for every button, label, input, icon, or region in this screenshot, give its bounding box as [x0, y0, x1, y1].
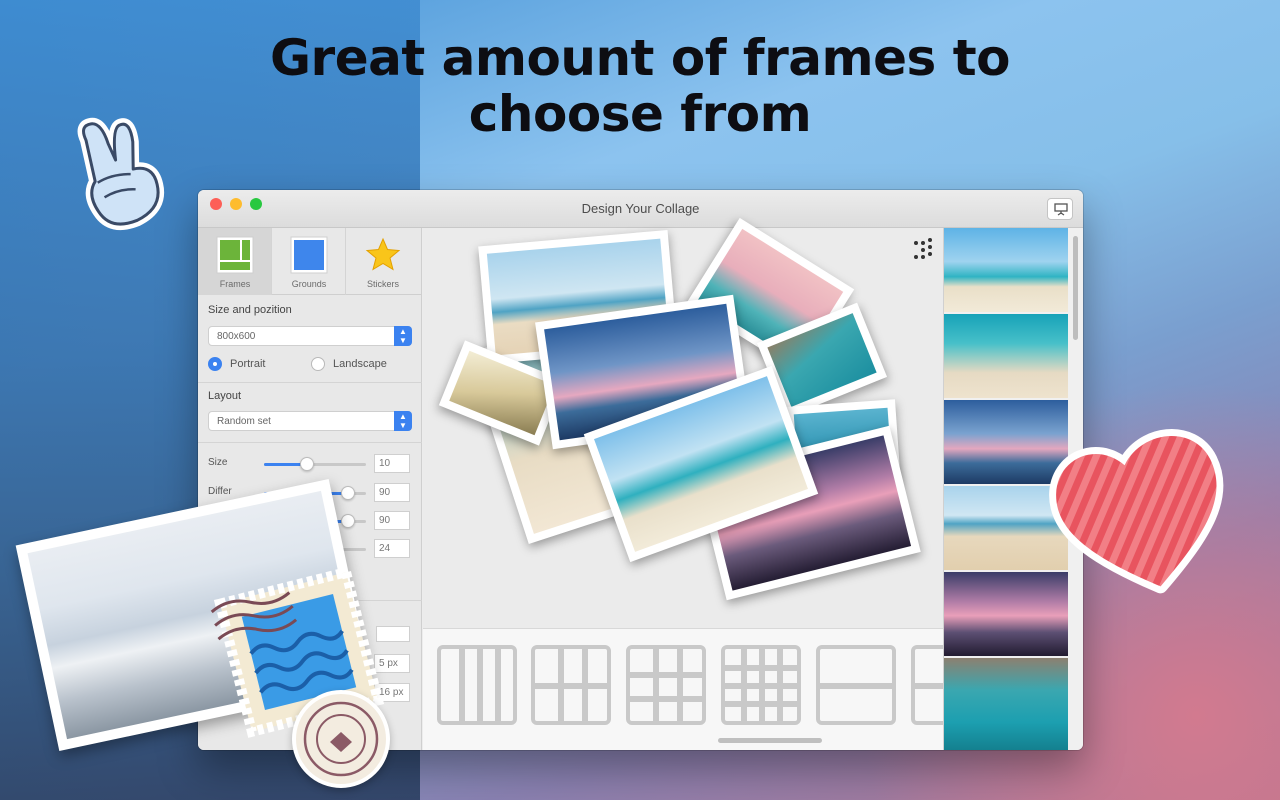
layout-line — [477, 649, 483, 721]
thumbnail-image — [944, 314, 1068, 398]
portrait-radio[interactable] — [208, 357, 222, 371]
postmark-sticker — [292, 690, 390, 788]
differ-slider-label: Differ — [208, 486, 232, 497]
layout-line — [630, 696, 702, 702]
slider-4-value-field[interactable]: 24 — [374, 539, 410, 558]
layout-section-title: Layout — [208, 390, 242, 402]
layout-line — [653, 649, 659, 721]
size-slider[interactable] — [264, 463, 366, 466]
layout-select-value: Random set — [217, 416, 271, 427]
portrait-label: Portrait — [230, 358, 266, 370]
slider-3-value: 90 — [379, 515, 391, 526]
layout-line — [459, 649, 465, 721]
size-slider-knob[interactable] — [299, 457, 314, 471]
chevron-updown-icon: ▲ ▼ — [394, 411, 412, 431]
landscape-label: Landscape — [333, 358, 387, 370]
landscape-radio[interactable] — [311, 357, 325, 371]
differ-value-field[interactable]: 90 — [374, 483, 410, 502]
present-button[interactable] — [1047, 198, 1073, 220]
layout-line — [725, 683, 797, 689]
photo-thumbnail[interactable] — [944, 314, 1068, 398]
tab-grounds[interactable]: Grounds — [272, 228, 346, 295]
layout-2-rows[interactable] — [816, 645, 896, 725]
chevron-updown-icon: ▲ ▼ — [394, 326, 412, 346]
slider-3-knob[interactable] — [340, 514, 355, 528]
slider-3-value-field[interactable]: 90 — [374, 511, 410, 530]
horizontal-scrollbar[interactable] — [718, 738, 822, 743]
differ-value: 90 — [379, 487, 391, 498]
photo-thumbnail[interactable] — [944, 228, 1068, 312]
headline-line-1: Great amount of frames to — [270, 29, 1010, 87]
tab-frames-label: Frames — [219, 279, 251, 289]
layout-line — [915, 683, 943, 689]
headline: Great amount of frames to choose from — [0, 30, 1280, 142]
collage-canvas[interactable] — [423, 217, 943, 628]
window-title: Design Your Collage — [581, 201, 700, 216]
tab-bar: Frames Grounds Stickers — [198, 228, 422, 295]
layout-3x3-grid[interactable] — [626, 645, 706, 725]
layout-line — [725, 701, 797, 707]
layout-line — [677, 649, 683, 721]
layout-3x2-grid[interactable] — [531, 645, 611, 725]
layout-4-columns[interactable] — [437, 645, 517, 725]
size-select[interactable]: 800x600 ▲ ▼ — [208, 326, 412, 346]
layout-line — [535, 683, 607, 689]
vertical-scrollbar[interactable] — [1073, 236, 1078, 340]
size-section-title: Size and pozition — [208, 304, 292, 316]
peace-hand-sticker — [68, 112, 168, 236]
thumbnail-image — [944, 228, 1068, 312]
size-value-field[interactable]: 10 — [374, 454, 410, 473]
slider-4-value: 24 — [379, 543, 391, 554]
photo-thumbnail[interactable] — [944, 658, 1068, 750]
tab-stickers[interactable]: Stickers — [346, 228, 422, 295]
tab-grounds-label: Grounds — [291, 279, 327, 289]
layout-4x4-grid[interactable] — [721, 645, 801, 725]
thumbnail-image — [944, 658, 1068, 750]
star-icon — [365, 237, 401, 271]
layout-partial[interactable] — [911, 645, 943, 725]
heart-sticker — [1040, 418, 1250, 608]
shuffle-dice-icon[interactable] — [911, 238, 935, 262]
title-bar: Design Your Collage — [198, 190, 1083, 228]
size-select-value: 800x600 — [217, 331, 256, 342]
presentation-icon — [1054, 203, 1068, 216]
size-value: 10 — [379, 458, 391, 469]
size-slider-label: Size — [208, 457, 228, 468]
tab-frames[interactable]: Frames — [198, 228, 272, 295]
layout-line — [630, 672, 702, 678]
grounds-icon — [290, 236, 328, 274]
layout-line — [725, 665, 797, 671]
layout-strip — [423, 628, 943, 750]
layout-line — [495, 649, 501, 721]
headline-line-2: choose from — [468, 85, 812, 143]
layout-line — [820, 683, 892, 689]
divider — [198, 382, 422, 383]
layout-select[interactable]: Random set ▲ ▼ — [208, 411, 412, 431]
frames-icon — [216, 236, 254, 274]
differ-slider-knob[interactable] — [340, 486, 355, 500]
tab-stickers-label: Stickers — [366, 279, 399, 289]
divider — [198, 442, 422, 443]
